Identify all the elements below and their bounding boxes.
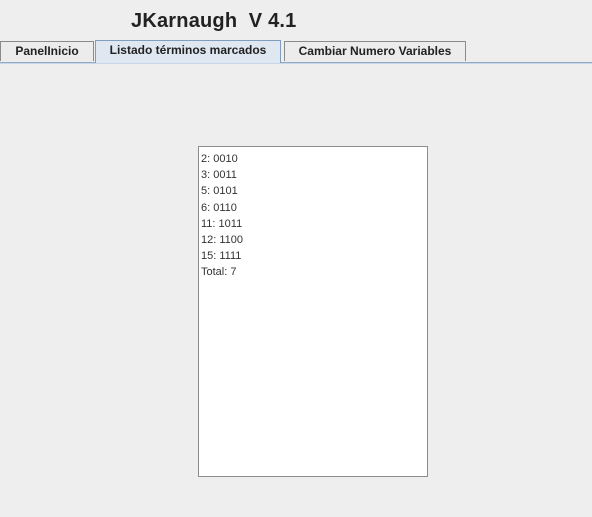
tab-strip: PanelInicio Listado términos marcados Ca…	[0, 40, 592, 63]
list-item: 12: 1100	[201, 234, 244, 247]
list-item: 11: 1011	[201, 217, 243, 230]
app-window: JKarnaugh V 4.1 PanelInicio Listado térm…	[0, 0, 592, 517]
list-item: 2: 0010	[201, 153, 238, 165]
list-item: 3: 0011	[201, 169, 237, 182]
tab-divider-shadow	[0, 63, 592, 64]
tab-panel-inicio[interactable]: PanelInicio	[0, 41, 94, 61]
list-item: 6: 0110	[201, 201, 237, 214]
tab-cambiar-numero-variables[interactable]: Cambiar Numero Variables	[284, 41, 466, 61]
list-total: Total: 7	[201, 266, 237, 279]
app-title: JKarnaugh V 4.1	[131, 10, 297, 32]
list-item: 5: 0101	[201, 185, 238, 198]
marked-terms-list[interactable]: 2: 0010 3: 0011 5: 0101 6: 0110 11: 1011…	[198, 146, 428, 477]
list-item: 15: 1111	[201, 250, 242, 263]
tab-listado-terminos-marcados[interactable]: Listado términos marcados	[95, 40, 281, 63]
